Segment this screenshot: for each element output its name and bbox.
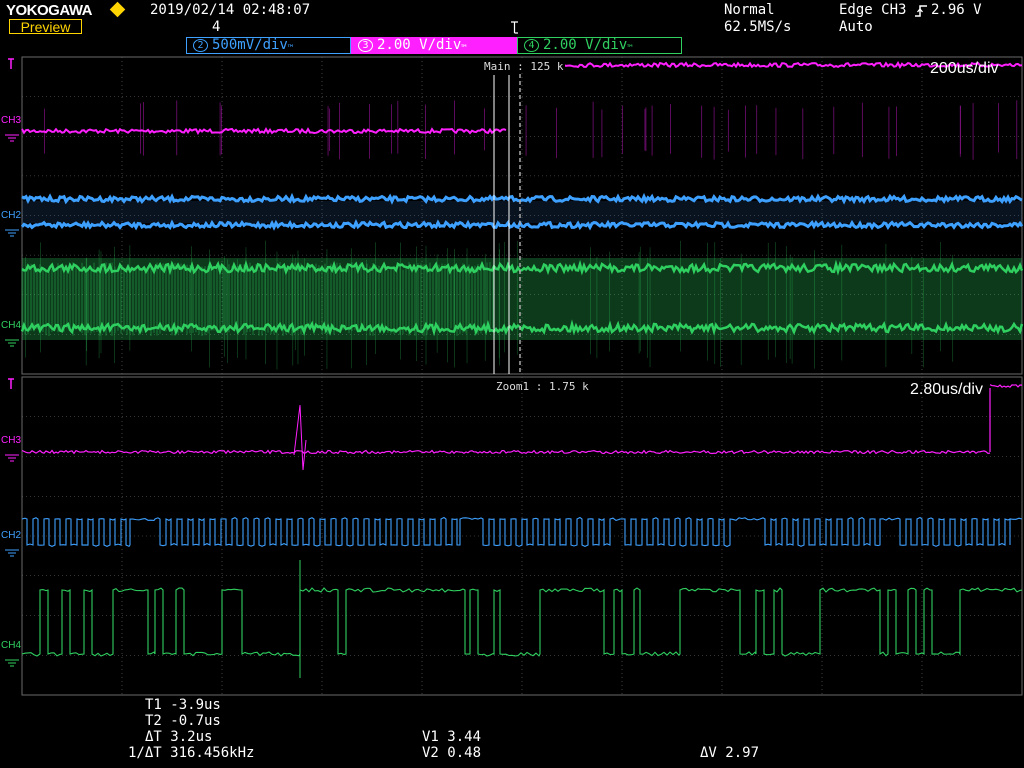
ch3-zoom-trace xyxy=(21,449,991,455)
ground-marker-icon xyxy=(5,229,19,237)
trace-label-ch2-main: CH2 xyxy=(1,210,22,221)
trigger-level-marker xyxy=(8,378,14,389)
cursor-v2: V2 0.48 xyxy=(422,745,482,761)
ground-marker-icon xyxy=(5,549,19,557)
ground-marker-icon xyxy=(5,134,19,142)
trace-label-ch3-main: CH3 xyxy=(1,115,22,126)
cursor-t2: T2 -0.7us xyxy=(145,713,221,729)
ground-marker-icon xyxy=(5,659,19,667)
cursor-t1: T1 -3.9us xyxy=(145,697,221,713)
zoom-timebase: 2.80us/div xyxy=(910,381,983,398)
ch2-main-band xyxy=(22,201,1022,223)
ch3-glitch xyxy=(293,404,307,471)
cursor-delta-v: ΔV 2.97 xyxy=(700,745,760,761)
main-timebase: 200us/div xyxy=(930,60,999,77)
ch2-main-trace xyxy=(20,219,1024,231)
trace-label-ch4-main: CH4 xyxy=(1,320,22,331)
zoom-record-length: Zoom1 : 1.75 k xyxy=(496,380,589,393)
trigger-position-icon xyxy=(511,21,518,34)
cursor-v1: V1 3.44 xyxy=(422,729,482,745)
main-record-length: Main : 125 k xyxy=(482,60,566,73)
trace-label-ch3-zoom: CH3 xyxy=(1,435,22,446)
ch3-main-trace xyxy=(21,127,507,135)
trigger-level-marker xyxy=(8,58,14,69)
cursor-delta-t: ΔT 3.2us xyxy=(145,729,213,745)
trace-label-ch2-zoom: CH2 xyxy=(1,530,22,541)
trace-label-ch4-zoom: CH4 xyxy=(1,640,22,651)
ground-marker-icon xyxy=(5,454,19,462)
cursor-inverse-delta-t: 1/ΔT 316.456kHz xyxy=(128,745,255,761)
ground-marker-icon xyxy=(5,339,19,347)
ch2-zoom-trace xyxy=(21,516,1023,548)
ch3-zoom-trace xyxy=(989,384,1023,388)
